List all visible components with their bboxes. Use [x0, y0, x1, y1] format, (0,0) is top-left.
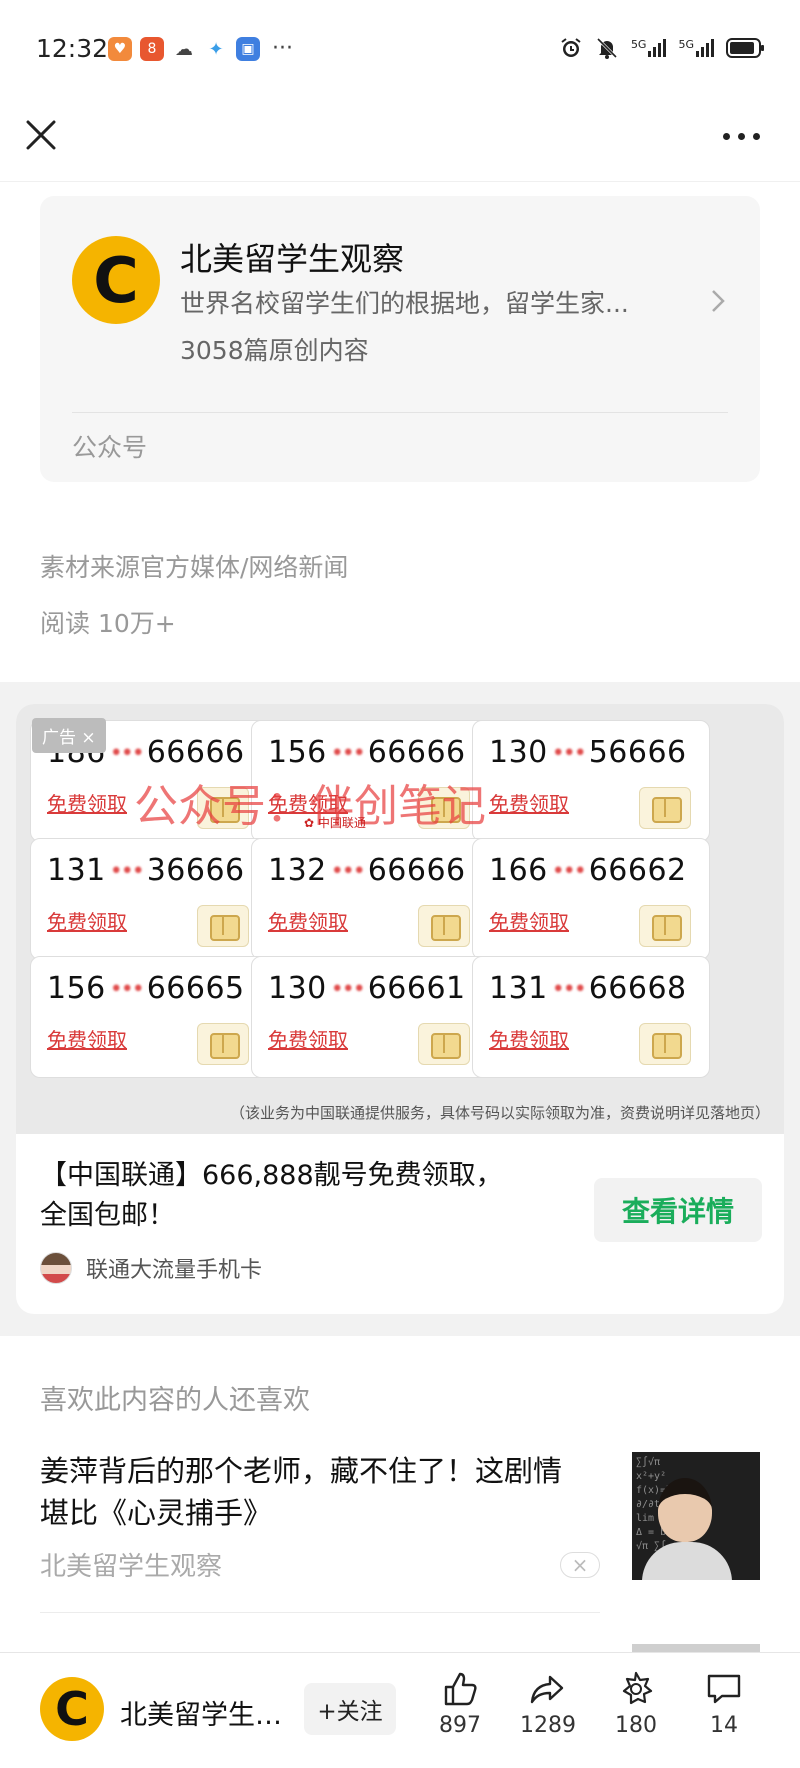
share-button[interactable]: 1289: [508, 1669, 588, 1738]
phone-number: 130 ••• 66661: [268, 971, 466, 1006]
avatar: [40, 1252, 72, 1284]
signal-5g-secondary-icon: 5G: [678, 39, 714, 57]
dismiss-icon[interactable]: ×: [560, 1552, 600, 1578]
comment-count: 14: [710, 1713, 738, 1738]
divider: [72, 412, 728, 413]
ad-card[interactable]: 广告 × 186•••66666免费领取156•••66666免费领取130••…: [16, 704, 784, 1314]
status-app-icons: ♥ 8 ☁ ✦ ▣ ···: [108, 37, 293, 61]
phone-number: 166 ••• 66662: [489, 853, 687, 888]
related-article[interactable]: 姜萍背后的那个老师，藏不住了！这剧情堪比《心灵捕手》 北美留学生观察 × ∑∫√…: [40, 1450, 760, 1600]
related-header: 喜欢此内容的人还喜欢: [40, 1385, 310, 1416]
phone-number-card[interactable]: 131 ••• 66668 免费领取: [472, 956, 710, 1078]
free-claim-link[interactable]: 免费领取: [47, 906, 127, 935]
related-article-thumbnail[interactable]: ∑∫√πx²+y²f(x)=∑∂/∂t ∫lim n→∞Δ = b²-4ac√π…: [632, 1452, 760, 1580]
portrait-face: [658, 1478, 712, 1542]
account-logo: C: [72, 236, 160, 324]
advertiser[interactable]: 联通大流量手机卡: [40, 1252, 262, 1284]
phone-number-card[interactable]: 132 ••• 66666 免费领取: [251, 838, 489, 960]
phone-number: 156 ••• 66666: [268, 735, 466, 770]
share-arrow-icon: [530, 1675, 564, 1704]
phone-number-card[interactable]: 130 ••• 66661 免费领取: [251, 956, 489, 1078]
related-article-title[interactable]: 姜萍背后的那个老师，藏不住了！这剧情堪比《心灵捕手》: [40, 1450, 570, 1534]
pinwheel-icon: ✦: [204, 37, 228, 61]
mute-bell-icon: [596, 37, 617, 59]
free-claim-link[interactable]: 免费领取: [268, 906, 348, 935]
sim-card-icon: [639, 905, 691, 947]
ad-image[interactable]: 广告 × 186•••66666免费领取156•••66666免费领取130••…: [16, 704, 784, 1134]
comment-bubble-icon: [707, 1674, 741, 1704]
account-type: 公众号: [72, 433, 148, 462]
account-name: 北美留学生观察: [180, 240, 405, 278]
free-claim-link[interactable]: 免费领取: [268, 1024, 348, 1053]
phone-number: 131 ••• 36666: [47, 853, 245, 888]
alarm-icon: [561, 38, 581, 57]
unicom-logo: ✿ 中国联通: [304, 816, 366, 830]
phone-number-card[interactable]: 156 ••• 66665 免费领取: [30, 956, 268, 1078]
account-description: 世界名校留学生们的根据地，留学生家...: [180, 289, 629, 318]
wechat-icon: ☁: [172, 37, 196, 61]
battery-icon: [726, 38, 764, 58]
like-button[interactable]: 897: [420, 1669, 500, 1738]
more-options-icon[interactable]: [716, 122, 766, 150]
like-count: 897: [439, 1713, 481, 1738]
app-8-icon: 8: [140, 37, 164, 61]
sim-card-icon: [197, 905, 249, 947]
signal-5g-icon: 5G: [631, 39, 667, 57]
id-card-icon: ▣: [236, 37, 260, 61]
status-right: 5G 5G: [559, 36, 766, 60]
close-icon[interactable]: [22, 116, 60, 154]
status-time: 12:32: [36, 34, 109, 63]
ad-title[interactable]: 【中国联通】666,888靓号免费领取，全国包邮！: [40, 1156, 520, 1236]
article-reads: 阅读 10万+: [40, 609, 176, 638]
phone-number: 156 ••• 66665: [47, 971, 245, 1006]
free-claim-link[interactable]: 免费领取: [47, 788, 127, 817]
phone-number-card[interactable]: 166 ••• 66662 免费领取: [472, 838, 710, 960]
free-claim-link[interactable]: 免费领取: [489, 1024, 569, 1053]
chevron-right-icon: [712, 290, 725, 312]
thumbs-up-icon: [444, 1672, 477, 1706]
account-card[interactable]: C 北美留学生观察 世界名校留学生们的根据地，留学生家... 3058篇原创内容…: [40, 196, 760, 482]
free-claim-link[interactable]: 免费领取: [47, 1024, 127, 1053]
sim-card-icon: [197, 1023, 249, 1065]
account-article-count: 3058篇原创内容: [180, 336, 369, 365]
status-bar: 12:32 ♥ 8 ☁ ✦ ▣ ··· 5G 5G: [0, 0, 800, 100]
follow-button[interactable]: +关注: [304, 1683, 396, 1735]
account-logo[interactable]: C: [40, 1677, 104, 1741]
view-details-button[interactable]: 查看详情: [594, 1178, 762, 1242]
phone-number: 132 ••• 66666: [268, 853, 466, 888]
free-claim-link[interactable]: 免费领取: [489, 788, 569, 817]
weibo-icon: ♥: [108, 37, 132, 61]
sim-card-icon: [639, 1023, 691, 1065]
related-article-source: 北美留学生观察: [40, 1552, 223, 1582]
ad-tag[interactable]: 广告 ×: [32, 718, 106, 753]
phone-number-card[interactable]: 131 ••• 36666 免费领取: [30, 838, 268, 960]
favorite-count: 180: [615, 1713, 657, 1738]
nav-bar: [0, 100, 800, 182]
sim-card-icon: [418, 1023, 470, 1065]
divider: [40, 1612, 600, 1613]
phone-number: 131 ••• 66668: [489, 971, 687, 1006]
comment-button[interactable]: 14: [684, 1669, 764, 1738]
ad-section: 广告 × 186•••66666免费领取156•••66666免费领取130••…: [0, 682, 800, 1336]
phone-number: 130 ••• 56666: [489, 735, 687, 770]
wow-star-icon: [622, 1671, 653, 1705]
phone-number-card[interactable]: 130 ••• 56666 免费领取: [472, 720, 710, 842]
ad-disclaimer: （该业务为中国联通提供服务，具体号码以实际领取为准，资费说明详见落地页）: [229, 1104, 770, 1122]
sim-card-icon: [639, 787, 691, 829]
bottom-account-name[interactable]: 北美留学生观察: [120, 1693, 290, 1732]
bottom-bar: C 北美留学生观察 +关注 897 1289 180 14: [0, 1652, 800, 1768]
more-notifications-icon: ···: [272, 36, 293, 61]
favorite-button[interactable]: 180: [596, 1669, 676, 1738]
sim-card-icon: [418, 905, 470, 947]
advertiser-name: 联通大流量手机卡: [86, 1258, 263, 1283]
free-claim-link[interactable]: 免费领取: [489, 906, 569, 935]
article-source: 素材来源官方媒体/网络新闻: [40, 553, 349, 582]
share-count: 1289: [520, 1713, 576, 1738]
